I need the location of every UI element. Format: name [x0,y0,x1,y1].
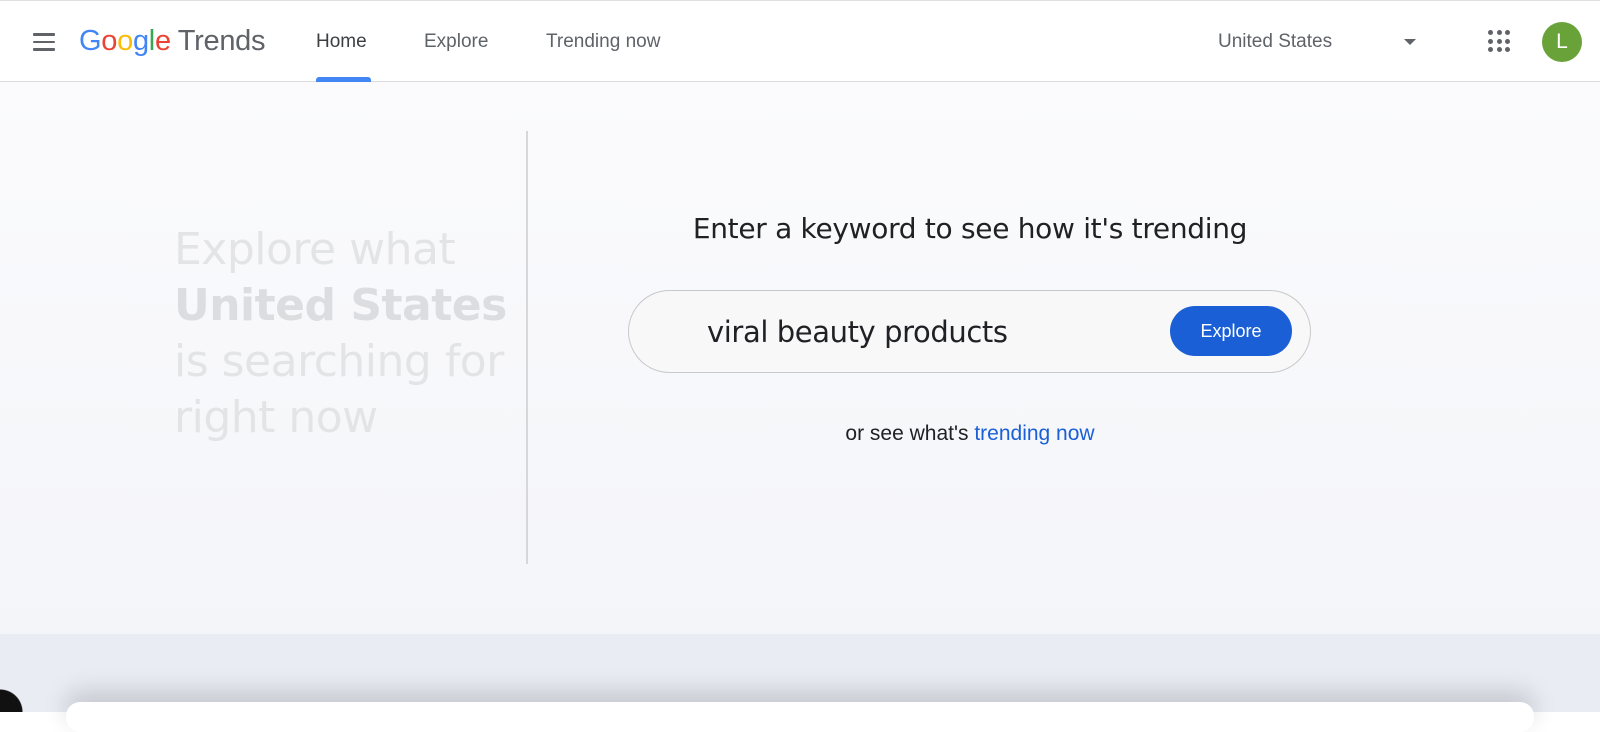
logo-letter: e [154,25,171,57]
alt-prefix: or see what's [845,422,969,445]
search-prompt: Enter a keyword to see how it's trending [692,212,1248,245]
tab-explore[interactable]: Explore [424,1,488,83]
logo-letter: g [132,25,149,57]
tab-home[interactable]: Home [316,1,367,83]
hero-line: right now [174,392,378,443]
apps-grid-icon[interactable] [1488,30,1512,54]
tab-trending-now[interactable]: Trending now [546,1,660,83]
explore-button[interactable]: Explore [1170,306,1292,356]
search-box: Explore [628,290,1311,373]
account-avatar[interactable]: L [1542,22,1582,62]
tab-label: Trending now [546,31,661,52]
content-card [66,702,1534,732]
lower-section [0,634,1600,732]
google-trends-logo[interactable]: Google Trends [79,25,265,59]
hero-line: is searching for [174,336,504,387]
trending-now-link[interactable]: trending now [974,422,1094,445]
trending-now-line: or see what's trending now [620,422,1320,446]
tab-label: Home [316,31,367,52]
caret-down-icon [1404,39,1416,45]
avatar-initial: L [1556,30,1568,53]
logo-letter: G [79,25,102,57]
tab-label: Explore [424,31,489,52]
vertical-divider [526,131,528,564]
logo-product-name: Trends [177,25,266,57]
region-selector[interactable]: United States [1218,27,1418,57]
main-menu-icon[interactable] [24,22,64,62]
logo-letter: o [101,25,118,57]
top-app-bar: Google Trends Home Explore Trending now … [0,0,1600,82]
window-corner [0,682,30,712]
search-input[interactable] [707,311,1147,353]
hero-line-region: United States [174,280,507,331]
hero-line: Explore what [174,224,456,275]
region-label: United States [1218,31,1333,52]
hero-headline: Explore what United States is searching … [174,222,514,446]
logo-letter: o [117,25,133,57]
